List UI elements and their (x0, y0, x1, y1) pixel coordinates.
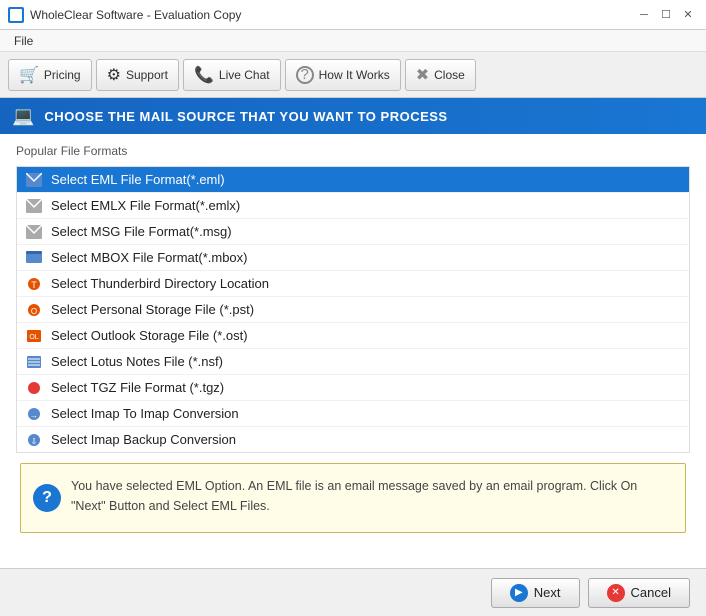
ost-icon: OL (25, 329, 43, 343)
list-item-label: Select MBOX File Format(*.mbox) (51, 250, 248, 265)
list-item-label: Select TGZ File Format (*.tgz) (51, 380, 224, 395)
support-icon: ⚙ (107, 65, 121, 85)
svg-text:→: → (30, 411, 38, 420)
support-label: Support (126, 68, 168, 82)
how-it-works-button[interactable]: ? How It Works (285, 59, 401, 91)
title-bar: WholeClear Software - Evaluation Copy ─ … (0, 0, 706, 30)
maximize-button[interactable]: ☐ (656, 5, 676, 25)
list-item-label: Select Lotus Notes File (*.nsf) (51, 354, 223, 369)
main-content: Popular File Formats Select EML File For… (0, 134, 706, 568)
window-title: WholeClear Software - Evaluation Copy (30, 8, 241, 22)
list-item-label: Select Outlook Storage File (*.ost) (51, 328, 248, 343)
list-item-label: Select Personal Storage File (*.pst) (51, 302, 254, 317)
emlx-icon (25, 199, 43, 213)
live-chat-label: Live Chat (219, 68, 270, 82)
list-item[interactable]: → Select Imap To Imap Conversion (17, 401, 689, 427)
close-app-button[interactable]: ✖ Close (405, 59, 476, 91)
list-item-label: Select EML File Format(*.eml) (51, 172, 225, 187)
list-item[interactable]: T Select Thunderbird Directory Location (17, 271, 689, 297)
header-banner: 💻 CHOOSE THE MAIL SOURCE THAT YOU WANT T… (0, 98, 706, 134)
banner-text: CHOOSE THE MAIL SOURCE THAT YOU WANT TO … (44, 109, 447, 124)
list-item-label: Select MSG File Format(*.msg) (51, 224, 232, 239)
list-item[interactable]: Select MSG File Format(*.msg) (17, 219, 689, 245)
question-icon: ? (296, 66, 314, 84)
next-icon: ▶ (510, 584, 528, 602)
close-icon: ✖ (416, 65, 429, 85)
next-label: Next (534, 585, 561, 600)
pricing-button[interactable]: 🛒 Pricing (8, 59, 92, 91)
list-item[interactable]: OL Select Outlook Storage File (*.ost) (17, 323, 689, 349)
eml-icon (25, 173, 43, 187)
banner-icon: 💻 (12, 106, 34, 127)
how-it-works-label: How It Works (319, 68, 390, 82)
menu-bar: File (0, 30, 706, 52)
toolbar: 🛒 Pricing ⚙ Support 📞 Live Chat ? How It… (0, 52, 706, 98)
tgz-icon (25, 381, 43, 395)
cancel-button[interactable]: ✕ Cancel (588, 578, 690, 608)
next-button[interactable]: ▶ Next (491, 578, 580, 608)
imap-backup-icon: ⇩ (25, 433, 43, 447)
close-label: Close (434, 68, 465, 82)
list-item[interactable]: Select EMLX File Format(*.emlx) (17, 193, 689, 219)
close-window-button[interactable]: ✕ (678, 5, 698, 25)
imap-conv-icon: → (25, 407, 43, 421)
phone-icon: 📞 (194, 65, 214, 85)
list-item-label: Select Thunderbird Directory Location (51, 276, 269, 291)
app-icon (8, 7, 24, 23)
live-chat-button[interactable]: 📞 Live Chat (183, 59, 281, 91)
list-item-label: Select Imap Backup Conversion (51, 432, 236, 447)
cart-icon: 🛒 (19, 65, 39, 85)
svg-text:OL: OL (29, 334, 38, 341)
file-format-list: Select EML File Format(*.eml) Select EML… (16, 166, 690, 453)
list-item[interactable]: Select Lotus Notes File (*.nsf) (17, 349, 689, 375)
list-item-label: Select Imap To Imap Conversion (51, 406, 239, 421)
list-item[interactable]: Select MBOX File Format(*.mbox) (17, 245, 689, 271)
list-item[interactable]: O Select Personal Storage File (*.pst) (17, 297, 689, 323)
lotus-icon (25, 355, 43, 369)
info-icon: ? (33, 484, 61, 512)
menu-file[interactable]: File (6, 32, 41, 50)
pst-icon: O (25, 303, 43, 317)
cancel-icon: ✕ (607, 584, 625, 602)
msg-icon (25, 225, 43, 239)
section-title: Popular File Formats (16, 144, 690, 158)
support-button[interactable]: ⚙ Support (96, 59, 179, 91)
footer: ▶ Next ✕ Cancel (0, 568, 706, 616)
svg-text:⇩: ⇩ (31, 437, 38, 446)
list-item-label: Select EMLX File Format(*.emlx) (51, 198, 240, 213)
info-text: You have selected EML Option. An EML fil… (71, 479, 637, 513)
list-item[interactable]: Select EML File Format(*.eml) (17, 167, 689, 193)
info-box: ? You have selected EML Option. An EML f… (20, 463, 686, 533)
window-controls: ─ ☐ ✕ (634, 5, 698, 25)
svg-text:T: T (31, 280, 37, 290)
thunderbird-icon: T (25, 277, 43, 291)
list-item[interactable]: Select TGZ File Format (*.tgz) (17, 375, 689, 401)
mbox-icon (25, 251, 43, 265)
svg-text:O: O (31, 307, 37, 316)
list-item[interactable]: ⇩ Select Imap Backup Conversion (17, 427, 689, 452)
cancel-label: Cancel (631, 585, 671, 600)
pricing-label: Pricing (44, 68, 81, 82)
minimize-button[interactable]: ─ (634, 5, 654, 25)
